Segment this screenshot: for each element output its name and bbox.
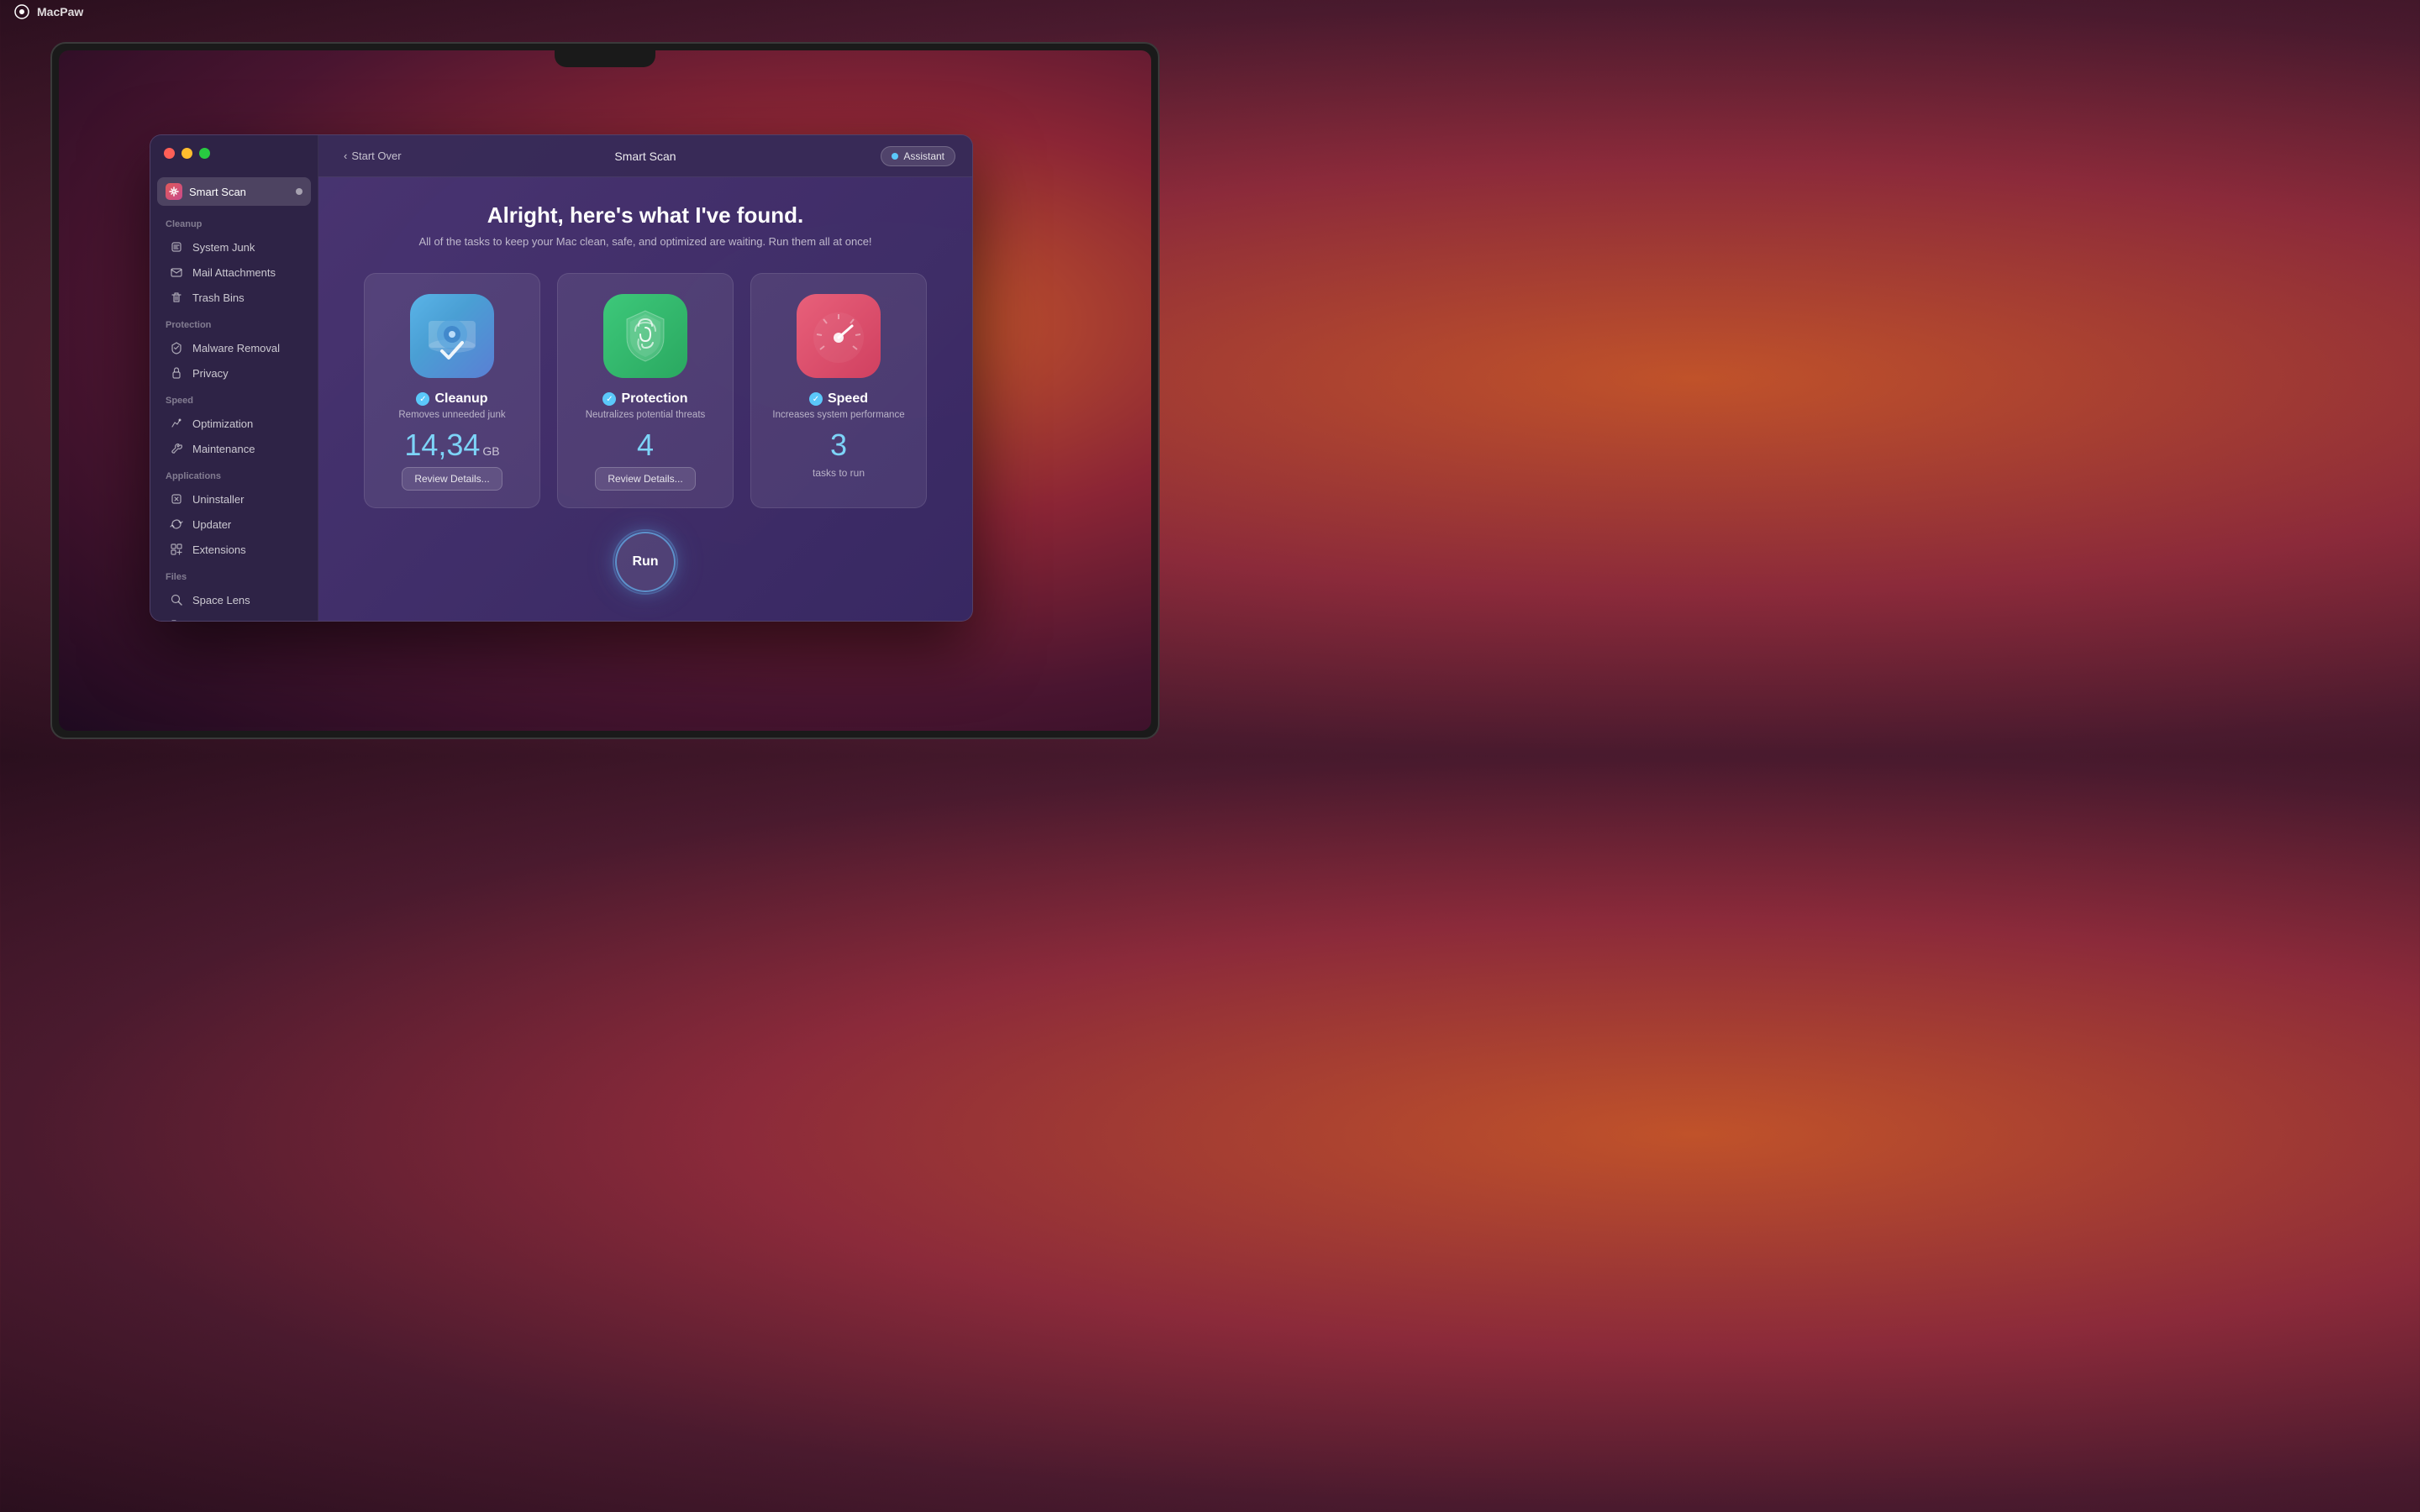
speed-card-value: 3 bbox=[830, 430, 847, 460]
cards-container: ✓ Cleanup Removes unneeded junk 14,34GB … bbox=[335, 273, 955, 508]
large-files-icon bbox=[169, 617, 184, 621]
window-controls bbox=[164, 148, 210, 159]
speed-card: ✓ Speed Increases system performance 3 t… bbox=[750, 273, 927, 508]
run-button[interactable]: Run bbox=[615, 532, 676, 592]
trash-icon bbox=[169, 290, 184, 305]
app-window: ‹ Start Over Smart Scan Assistant bbox=[150, 134, 973, 622]
main-header: Alright, here's what I've found. All of … bbox=[418, 202, 871, 248]
speed-card-title: Speed bbox=[828, 391, 868, 407]
section-files: Files bbox=[150, 562, 318, 587]
maintenance-icon bbox=[169, 441, 184, 456]
assistant-button[interactable]: Assistant bbox=[881, 146, 955, 166]
window-title: Smart Scan bbox=[614, 150, 676, 163]
sidebar-item-system-junk[interactable]: System Junk bbox=[154, 234, 314, 260]
sidebar-item-large-old-files[interactable]: Large & Old Files bbox=[154, 612, 314, 621]
sidebar-item-uninstaller[interactable]: Uninstaller bbox=[154, 486, 314, 512]
close-button[interactable] bbox=[164, 148, 175, 159]
cleanup-card-value: 14,34GB bbox=[404, 430, 499, 460]
section-speed: Speed bbox=[150, 386, 318, 411]
cleanup-card-icon bbox=[410, 294, 494, 378]
main-title: Alright, here's what I've found. bbox=[418, 202, 871, 228]
large-old-files-label: Large & Old Files bbox=[192, 619, 276, 622]
smart-scan-icon bbox=[166, 183, 182, 200]
macpaw-icon bbox=[13, 3, 30, 20]
cleanup-card: ✓ Cleanup Removes unneeded junk 14,34GB … bbox=[364, 273, 540, 508]
uninstaller-icon bbox=[169, 491, 184, 507]
section-protection: Protection bbox=[150, 310, 318, 335]
minimize-button[interactable] bbox=[182, 148, 192, 159]
sidebar-item-updater[interactable]: Updater bbox=[154, 512, 314, 537]
maximize-button[interactable] bbox=[199, 148, 210, 159]
cleanup-check-icon: ✓ bbox=[416, 392, 429, 406]
nav-back-button[interactable]: ‹ Start Over bbox=[344, 150, 402, 162]
smart-scan-dot bbox=[296, 188, 302, 195]
protection-check-icon: ✓ bbox=[602, 392, 616, 406]
cleanup-card-title: Cleanup bbox=[434, 391, 487, 407]
section-applications: Applications bbox=[150, 461, 318, 486]
cleanup-review-button[interactable]: Review Details... bbox=[402, 467, 502, 491]
sidebar-item-mail-attachments[interactable]: Mail Attachments bbox=[154, 260, 314, 285]
mail-icon bbox=[169, 265, 184, 280]
sidebar-item-smart-scan[interactable]: Smart Scan bbox=[157, 177, 311, 206]
speed-title-row: ✓ Speed bbox=[809, 391, 868, 407]
protection-card: ✓ Protection Neutralizes potential threa… bbox=[557, 273, 734, 508]
macbook-frame: ‹ Start Over Smart Scan Assistant bbox=[50, 42, 1160, 739]
main-content: Alright, here's what I've found. All of … bbox=[318, 135, 972, 621]
speed-card-desc: Increases system performance bbox=[772, 410, 904, 420]
uninstaller-label: Uninstaller bbox=[192, 493, 244, 506]
system-junk-label: System Junk bbox=[192, 241, 255, 254]
speed-tasks-label: tasks to run bbox=[813, 467, 865, 479]
space-lens-icon bbox=[169, 592, 184, 607]
optimization-icon bbox=[169, 416, 184, 431]
chevron-left-icon: ‹ bbox=[344, 150, 347, 162]
protection-title-row: ✓ Protection bbox=[602, 391, 687, 407]
sidebar-item-extensions[interactable]: Extensions bbox=[154, 537, 314, 562]
sidebar-item-maintenance[interactable]: Maintenance bbox=[154, 436, 314, 461]
system-junk-icon bbox=[169, 239, 184, 255]
smart-scan-label: Smart Scan bbox=[189, 186, 289, 198]
main-subtitle: All of the tasks to keep your Mac clean,… bbox=[418, 235, 871, 248]
protection-card-title: Protection bbox=[621, 391, 687, 407]
protection-card-desc: Neutralizes potential threats bbox=[586, 410, 706, 420]
macbook-screen: ‹ Start Over Smart Scan Assistant bbox=[59, 50, 1151, 731]
notch bbox=[555, 50, 655, 67]
brand-name: MacPaw bbox=[37, 5, 83, 18]
cleanup-card-desc: Removes unneeded junk bbox=[398, 410, 505, 420]
trash-bins-label: Trash Bins bbox=[192, 291, 245, 304]
back-label: Start Over bbox=[351, 150, 401, 162]
macpaw-logo: MacPaw bbox=[13, 3, 83, 20]
protection-card-value: 4 bbox=[637, 430, 654, 460]
top-bar: MacPaw bbox=[0, 0, 1210, 24]
sidebar: Smart Scan Cleanup System Junk bbox=[150, 135, 318, 621]
malware-icon bbox=[169, 340, 184, 355]
privacy-label: Privacy bbox=[192, 367, 229, 380]
speed-card-icon bbox=[797, 294, 881, 378]
speed-check-icon: ✓ bbox=[809, 392, 823, 406]
assistant-label: Assistant bbox=[903, 150, 944, 162]
protection-review-button[interactable]: Review Details... bbox=[595, 467, 695, 491]
optimization-label: Optimization bbox=[192, 417, 253, 430]
protection-card-icon bbox=[603, 294, 687, 378]
extensions-icon bbox=[169, 542, 184, 557]
sidebar-item-space-lens[interactable]: Space Lens bbox=[154, 587, 314, 612]
run-button-container: Run bbox=[615, 532, 676, 592]
sidebar-item-trash-bins[interactable]: Trash Bins bbox=[154, 285, 314, 310]
sidebar-item-malware-removal[interactable]: Malware Removal bbox=[154, 335, 314, 360]
malware-removal-label: Malware Removal bbox=[192, 342, 280, 354]
sidebar-item-optimization[interactable]: Optimization bbox=[154, 411, 314, 436]
assistant-dot-icon bbox=[892, 153, 898, 160]
privacy-icon bbox=[169, 365, 184, 381]
space-lens-label: Space Lens bbox=[192, 594, 250, 606]
extensions-label: Extensions bbox=[192, 543, 246, 556]
sidebar-item-privacy[interactable]: Privacy bbox=[154, 360, 314, 386]
updater-icon bbox=[169, 517, 184, 532]
cleanup-title-row: ✓ Cleanup bbox=[416, 391, 487, 407]
updater-label: Updater bbox=[192, 518, 231, 531]
title-bar: ‹ Start Over Smart Scan Assistant bbox=[318, 135, 972, 177]
section-cleanup: Cleanup bbox=[150, 209, 318, 234]
mail-attachments-label: Mail Attachments bbox=[192, 266, 276, 279]
maintenance-label: Maintenance bbox=[192, 443, 255, 455]
